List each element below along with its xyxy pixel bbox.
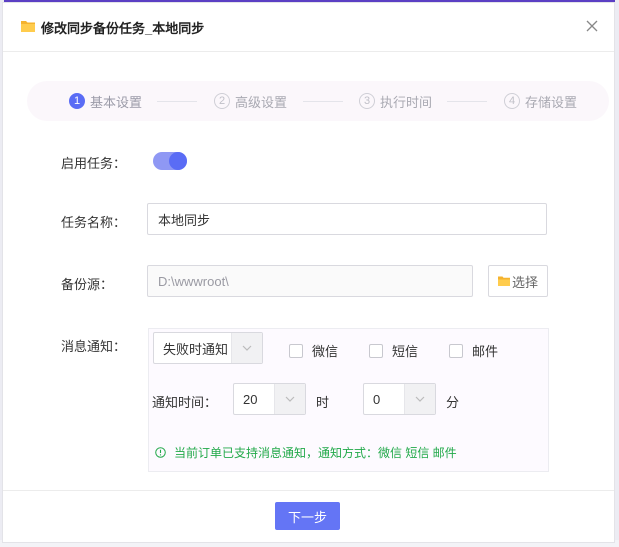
task-name-label: 任务名称： [61,215,127,230]
background-page-right [615,0,619,547]
dialog-title-bar: 修改同步备份任务_本地同步 [3,3,614,52]
step-label: 基本设置 [90,94,143,110]
step-storage[interactable]: 4 存储设置 [504,91,577,111]
notify-minute-value: 0 [373,391,381,407]
hour-unit-label: 时 [316,395,330,410]
task-name-input[interactable]: 本地同步 [147,203,547,235]
sms-label: 短信 [392,344,419,359]
backup-source-value: D:\wwwroot\ [158,273,229,289]
step-number: 4 [504,93,520,109]
notify-hint: 当前订单已支持消息通知，通知方式：微信 短信 邮件 [155,444,457,461]
toggle-knob [169,152,187,170]
chevron-down-icon [231,333,262,363]
step-connector [157,101,197,102]
dialog-title: 修改同步备份任务_本地同步 [41,21,205,36]
notify-mode-value: 失败时通知 [163,341,229,357]
next-step-label: 下一步 [287,509,327,525]
backup-source-input[interactable]: D:\wwwroot\ [147,265,473,297]
sms-checkbox[interactable]: 短信 [369,341,418,360]
notify-hour-select[interactable]: 20 [233,383,306,415]
notify-minute-select[interactable]: 0 [363,383,436,415]
notify-time-label: 通知时间： [152,395,218,410]
email-label: 邮件 [472,344,499,359]
notify-hint-text: 当前订单已支持消息通知，通知方式：微信 短信 邮件 [174,446,457,460]
checkbox-box [369,343,383,358]
notify-hour-value: 20 [243,391,258,407]
step-label: 存储设置 [525,94,578,110]
email-checkbox[interactable]: 邮件 [449,341,498,360]
info-circle-icon [155,447,166,458]
choose-folder-button[interactable]: 选择 [488,265,548,297]
enable-task-label: 启用任务： [61,156,127,171]
folder-icon [497,276,510,286]
step-basic[interactable]: 1 基本设置 [69,91,142,111]
step-number: 3 [359,93,375,109]
next-step-button[interactable]: 下一步 [275,502,340,530]
folder-icon [21,21,35,32]
enable-task-toggle[interactable] [153,152,187,170]
step-label: 执行时间 [380,94,433,110]
step-number: 2 [214,93,230,109]
checkbox-box [289,343,303,358]
checkbox-box [449,343,463,358]
wizard-steps: 1 基本设置 2 高级设置 3 执行时间 4 存储设置 [27,81,609,121]
notify-mode-select[interactable]: 失败时通知 [153,332,263,364]
edit-sync-task-dialog: 修改同步备份任务_本地同步 1 基本设置 2 高级设置 3 执行时间 4 存储设… [2,2,615,543]
wechat-label: 微信 [312,344,339,359]
step-schedule[interactable]: 3 执行时间 [359,91,432,111]
chevron-down-icon [274,384,305,414]
step-connector [303,101,343,102]
minute-unit-label: 分 [446,395,460,410]
step-advanced[interactable]: 2 高级设置 [214,91,287,111]
task-name-value: 本地同步 [158,212,211,228]
chevron-down-icon [404,384,435,414]
step-connector [447,101,487,102]
notify-label: 消息通知： [61,339,127,354]
choose-folder-label: 选择 [511,274,538,290]
backup-source-label: 备份源： [61,277,114,292]
close-icon[interactable] [583,17,601,35]
step-number: 1 [69,93,85,109]
step-label: 高级设置 [235,94,288,110]
wechat-checkbox[interactable]: 微信 [289,341,338,360]
